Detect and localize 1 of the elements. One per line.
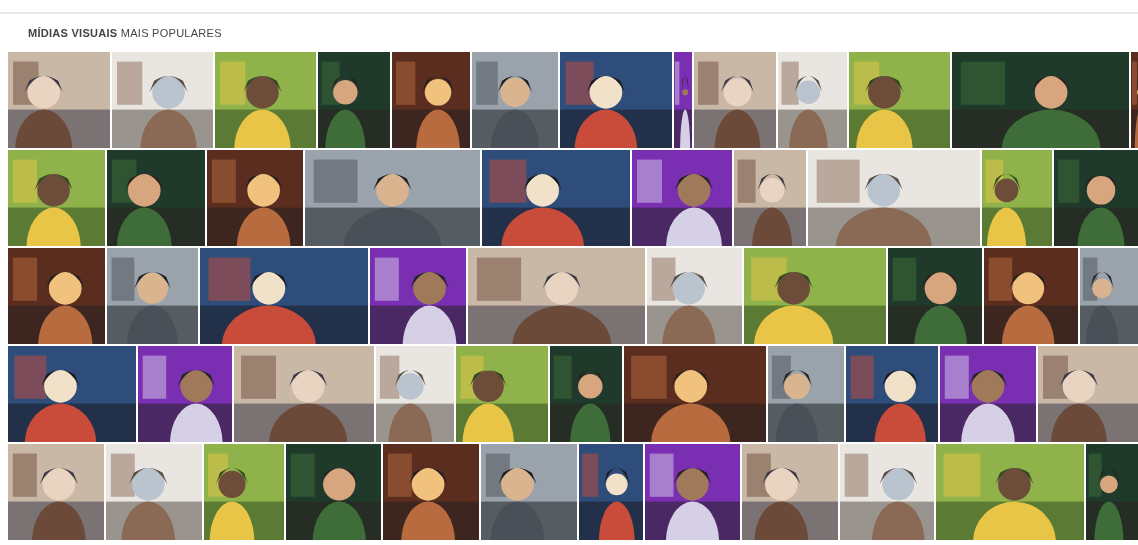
section-title: MÍDIAS VISUAIS MAIS POPULARES — [28, 25, 222, 41]
